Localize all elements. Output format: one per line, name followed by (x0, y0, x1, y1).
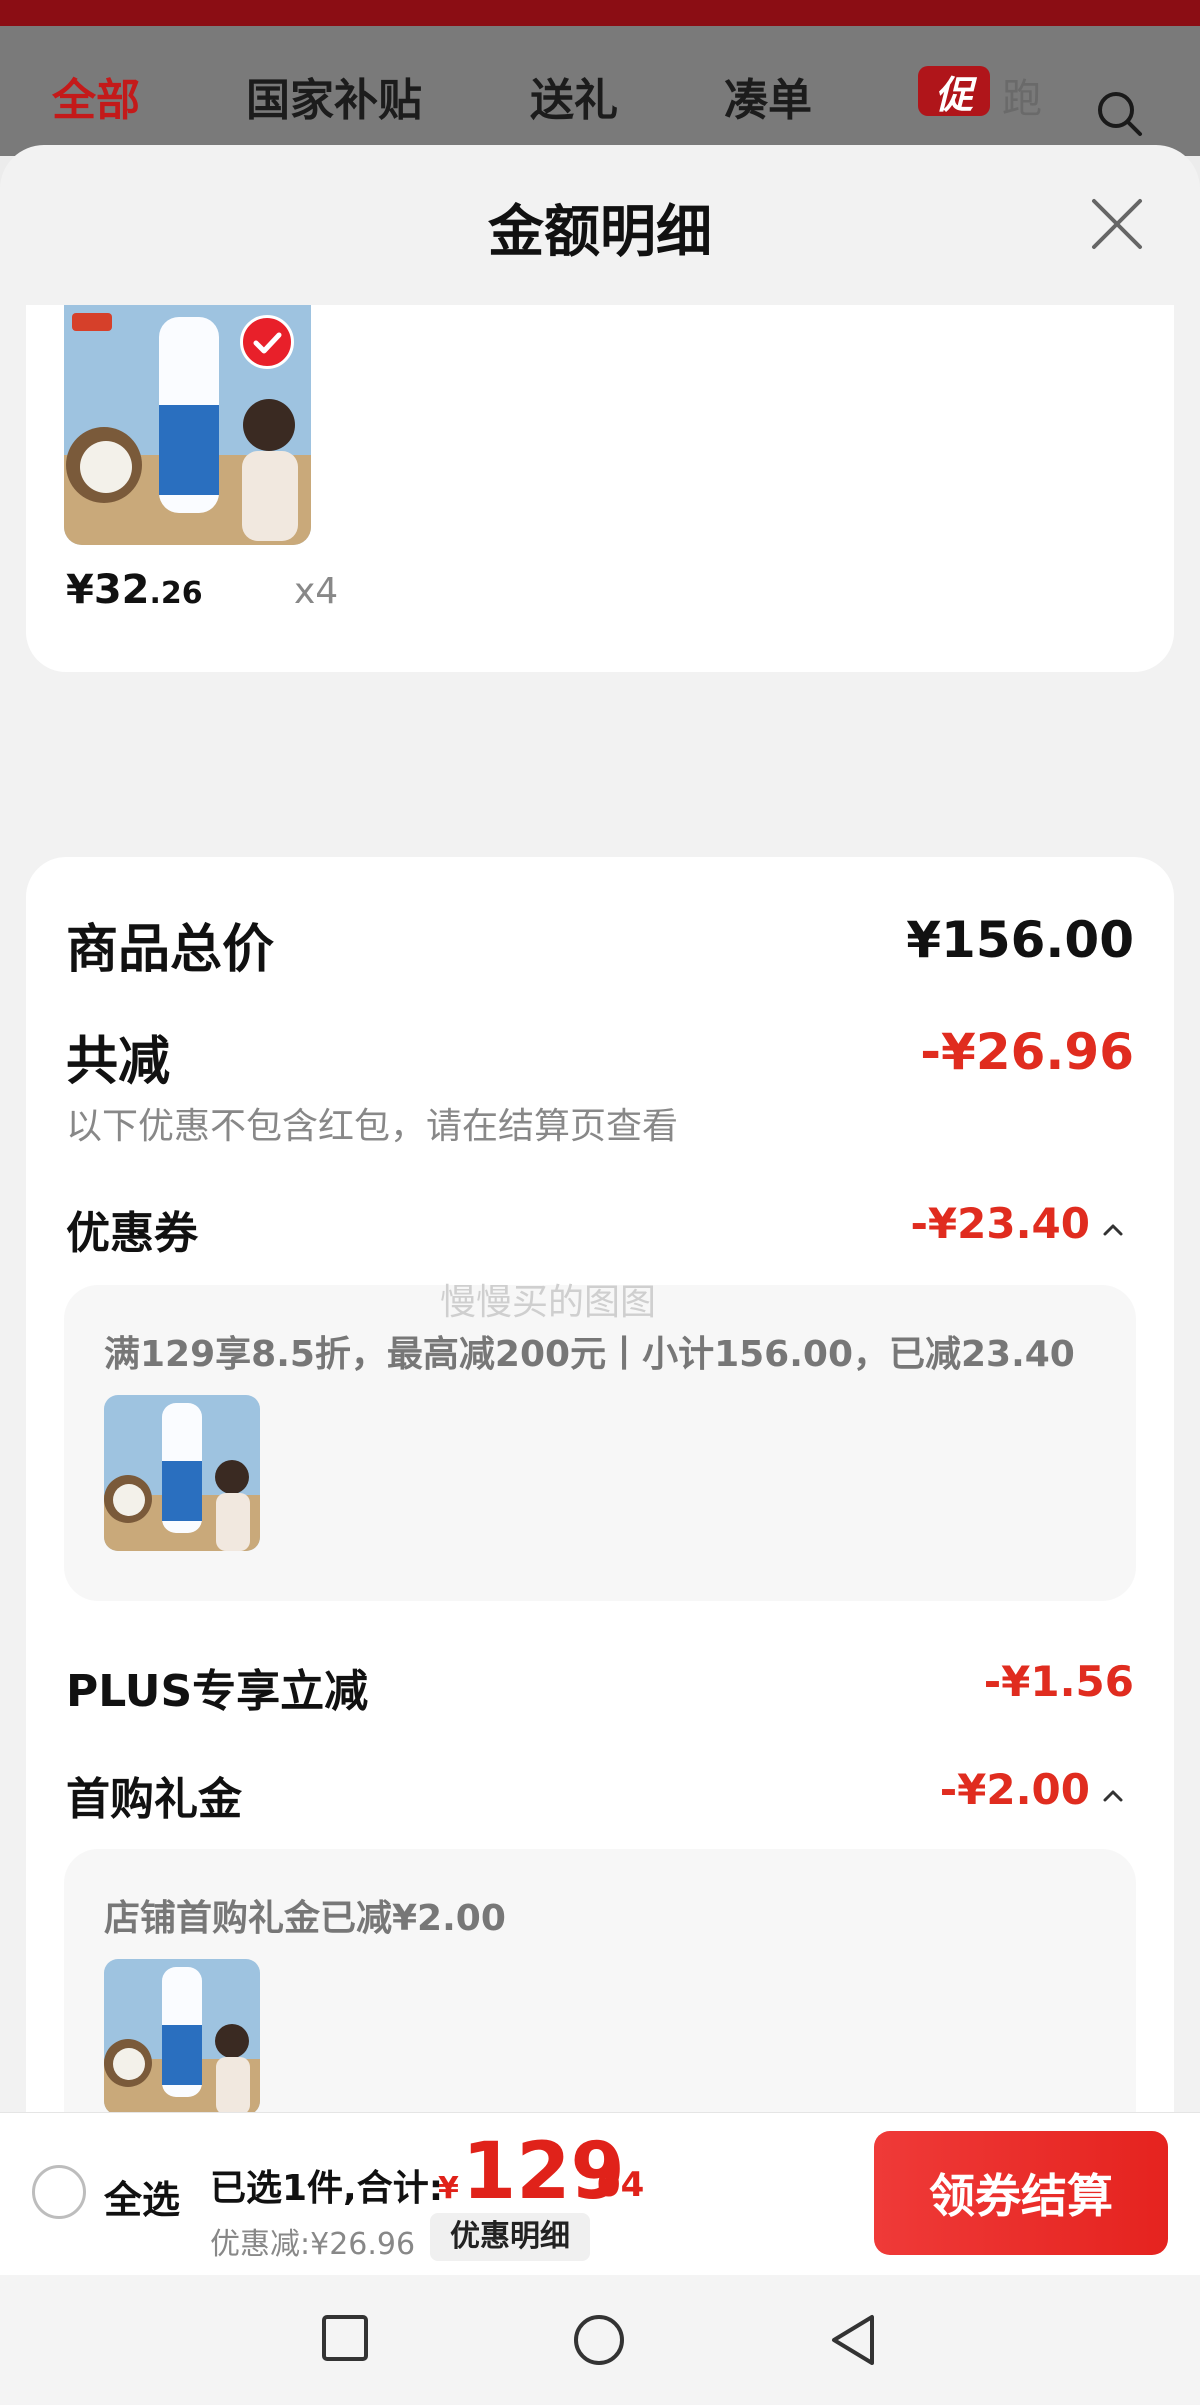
search-icon[interactable] (1096, 90, 1144, 138)
select-all-radio[interactable] (32, 2165, 86, 2219)
total-price-value: ¥156.00 (906, 911, 1134, 969)
plus-discount-value: -¥1.56 (983, 1657, 1134, 1706)
tab-bundle[interactable]: 凑单 (724, 64, 812, 128)
check-icon (253, 332, 282, 354)
plus-discount-label: PLUS专享立减 (66, 1666, 369, 1717)
promo-badge[interactable]: 促 (918, 66, 990, 117)
coupon-detail-text: 满129享8.5折，最高减200元丨小计156.00，已减23.40 (104, 1334, 1075, 1375)
sheet-header: 金额明细 (0, 145, 1200, 305)
watermark-text: 慢慢买的图图 (440, 1282, 657, 1323)
tab-national-subsidy[interactable]: 国家补贴 (246, 64, 422, 128)
coupon-product-thumb[interactable] (104, 1395, 260, 1551)
product-card: ¥32.26 x4 (26, 305, 1174, 672)
coupon-value[interactable]: -¥23.40 (910, 1199, 1090, 1248)
tab-gift[interactable]: 送礼 (530, 64, 618, 128)
amount-detail-sheet: 金额明细 ¥32.26 x4 商品总价 ¥156.00 共减 -¥26.96 以… (0, 145, 1200, 2220)
product-quantity: x4 (294, 571, 339, 612)
coupon-label: 优惠券 (66, 1208, 198, 1259)
price-summary-card: 商品总价 ¥156.00 共减 -¥26.96 以下优惠不包含红包，请在结算页查… (26, 857, 1174, 2220)
discount-note: 以下优惠不包含红包，请在结算页查看 (66, 1106, 679, 1147)
saved-amount-text: 优惠减:¥26.96 (210, 2227, 416, 2262)
caret-up-icon[interactable] (1102, 1785, 1124, 1807)
total-reduced-value: -¥26.96 (920, 1023, 1134, 1081)
category-nav: 全部 国家补贴 送礼 凑单 促 跑 (0, 26, 1200, 156)
product-price-main: ¥32 (66, 567, 150, 613)
promo-tab-label[interactable]: 跑 (1002, 66, 1042, 124)
selected-check[interactable] (240, 315, 294, 369)
system-nav-bar (0, 2275, 1200, 2405)
tab-all[interactable]: 全部 (52, 64, 140, 128)
product-price-decimal: .26 (149, 576, 203, 611)
sheet-title: 金额明细 (488, 200, 712, 265)
back-nav-icon[interactable] (828, 2313, 878, 2367)
discount-detail-button[interactable]: 优惠明细 (430, 2213, 590, 2261)
caret-up-icon[interactable] (1102, 1219, 1124, 1241)
checkout-button[interactable]: 领券结算 (874, 2131, 1168, 2255)
checkout-bar: 全选 已选1件,合计: ¥ 129 .04 优惠减:¥26.96 优惠明细 领券… (0, 2112, 1200, 2275)
selected-count-text: 已选1件,合计: (210, 2168, 444, 2209)
first-buy-label: 首购礼金 (66, 1774, 242, 1825)
product-price: ¥32.26 (66, 567, 203, 613)
total-currency: ¥ (438, 2171, 459, 2206)
total-reduced-label: 共减 (66, 1032, 171, 1092)
select-all-label[interactable]: 全选 (104, 2169, 180, 2224)
square-nav-icon[interactable] (320, 2313, 370, 2363)
status-bar (0, 0, 1200, 26)
circle-nav-icon[interactable] (572, 2313, 626, 2367)
first-buy-product-thumb[interactable] (104, 1959, 260, 2115)
first-buy-detail-text: 店铺首购礼金已减¥2.00 (104, 1898, 506, 1939)
total-amount-decimal: .04 (584, 2165, 645, 2205)
first-buy-value[interactable]: -¥2.00 (940, 1765, 1090, 1814)
close-icon[interactable] (1088, 195, 1146, 253)
coupon-detail-box: 满129享8.5折，最高减200元丨小计156.00，已减23.40 (64, 1285, 1136, 1601)
total-price-label: 商品总价 (66, 920, 275, 980)
